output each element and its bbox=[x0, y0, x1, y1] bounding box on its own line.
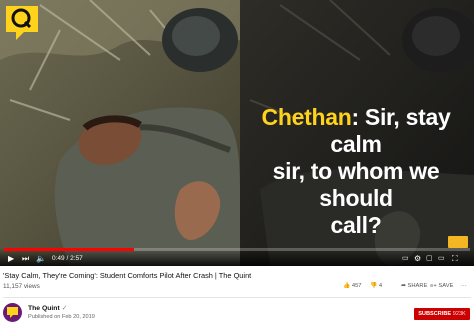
subscribe-label: SUBSCRIBE bbox=[418, 311, 452, 317]
publish-date: Published on Feb 20, 2019 bbox=[28, 314, 95, 320]
share-icon: ➦ bbox=[401, 283, 406, 289]
player-controls: ▶ ⏭ 🔈 0:49 / 2:57 ▭ ⚙ ▢ ▭ ⛶ bbox=[0, 252, 474, 266]
channel-avatar[interactable] bbox=[3, 303, 22, 322]
miniplayer-icon[interactable]: ▢ bbox=[426, 252, 433, 266]
settings-icon[interactable]: ⚙ bbox=[414, 252, 421, 266]
dislike-count: 4 bbox=[378, 283, 383, 289]
save-icon: ≡+ bbox=[430, 283, 437, 289]
caption-line-2: sir, to whom we should bbox=[272, 158, 440, 211]
dislike-icon: 👎 bbox=[370, 283, 378, 289]
verified-icon: ✓ bbox=[61, 305, 68, 312]
save-label: SAVE bbox=[438, 283, 454, 289]
subtitles-icon[interactable]: ▭ bbox=[402, 252, 409, 266]
like-count: 457 bbox=[351, 283, 362, 289]
channel-name[interactable]: The Quint ✓ bbox=[28, 304, 67, 312]
subscriber-count: 923K bbox=[452, 311, 466, 317]
channel-name-text: The Quint bbox=[28, 305, 60, 312]
video-player[interactable]: Chethan: Sir, stay calm sir, to whom we … bbox=[0, 0, 474, 266]
view-count: 11,157 views bbox=[3, 283, 40, 290]
play-icon[interactable]: ▶ bbox=[8, 252, 14, 266]
progress-fill bbox=[4, 248, 135, 251]
like-icon: 👍 bbox=[343, 283, 351, 289]
channel-watermark[interactable] bbox=[448, 236, 468, 248]
theater-icon[interactable]: ▭ bbox=[438, 252, 445, 266]
fullscreen-icon[interactable]: ⛶ bbox=[452, 252, 458, 266]
more-icon[interactable]: ··· bbox=[461, 283, 467, 293]
save-button[interactable]: ≡+ SAVE bbox=[430, 283, 453, 293]
next-icon[interactable]: ⏭ bbox=[22, 252, 29, 266]
quint-logo-icon bbox=[2, 2, 42, 42]
like-button[interactable]: 👍 457 bbox=[343, 283, 362, 293]
progress-bar[interactable] bbox=[4, 248, 470, 251]
caption-line-3: call? bbox=[330, 212, 382, 238]
subscribe-button[interactable]: SUBSCRIBE 923K bbox=[414, 308, 470, 320]
time-display: 0:49 / 2:57 bbox=[52, 255, 83, 262]
video-caption: Chethan: Sir, stay calm sir, to whom we … bbox=[242, 104, 470, 239]
current-time: 0:49 bbox=[52, 255, 65, 262]
volume-icon[interactable]: 🔈 bbox=[36, 252, 46, 266]
dislike-button[interactable]: 👎 4 bbox=[370, 283, 382, 293]
divider bbox=[3, 297, 471, 298]
video-title: 'Stay Calm, They're Coming': Student Com… bbox=[3, 271, 252, 280]
duration: 2:57 bbox=[70, 255, 83, 262]
share-label: SHARE bbox=[407, 283, 428, 289]
caption-speaker: Chethan bbox=[261, 104, 352, 130]
share-button[interactable]: ➦ SHARE bbox=[401, 283, 427, 293]
